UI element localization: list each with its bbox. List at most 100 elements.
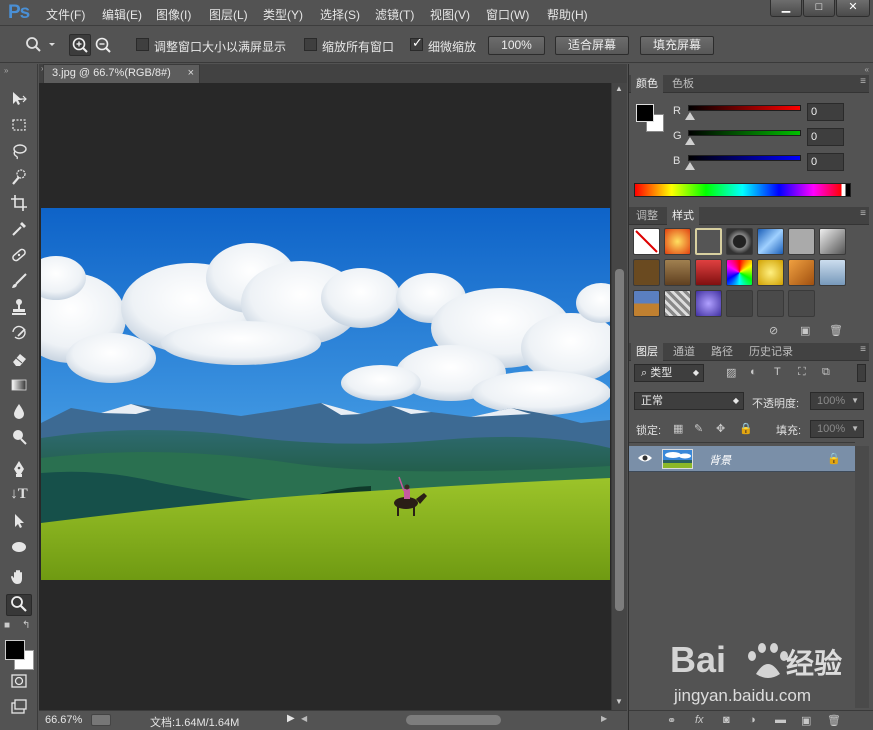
document-image[interactable] [41, 208, 610, 580]
scroll-down-icon[interactable]: ▼ [615, 697, 623, 706]
layers-panel-menu-icon[interactable]: ≡ [860, 344, 866, 355]
zoom-out-icon[interactable] [92, 34, 114, 56]
actual-pixels-button[interactable]: 100% [488, 36, 545, 55]
scroll-right-icon[interactable]: ▶ [601, 714, 607, 723]
layer-style-icon[interactable]: fx [695, 714, 704, 726]
eraser-tool-icon[interactable] [6, 350, 32, 372]
clone-stamp-tool-icon[interactable] [6, 298, 32, 320]
style-swatch[interactable] [726, 290, 753, 317]
vertical-scroll-thumb[interactable] [615, 269, 624, 611]
style-swatch[interactable] [633, 259, 660, 286]
quick-mask-icon[interactable] [6, 672, 32, 694]
tab-history[interactable]: 历史记录 [744, 343, 798, 361]
lock-position-icon[interactable]: ✥ [716, 422, 725, 435]
menu-layer[interactable]: 图层(L) [209, 6, 248, 23]
tab-adjustments[interactable]: 调整 [631, 207, 663, 225]
collapse-toolbox-icon[interactable]: » [4, 66, 8, 75]
type-tool-icon[interactable]: ↓T [6, 486, 32, 508]
opacity-field[interactable]: 100% ▼ [810, 392, 864, 410]
menu-window[interactable]: 窗口(W) [486, 6, 529, 23]
lock-image-icon[interactable]: ✎ [694, 422, 703, 435]
filter-shape-icon[interactable]: ⛶ [798, 366, 806, 379]
gradient-tool-icon[interactable] [6, 376, 32, 398]
lock-transparent-icon[interactable]: ▦ [673, 422, 683, 435]
new-style-icon[interactable]: ▣ [800, 324, 810, 337]
blend-mode-select[interactable]: 正常 ◆ [634, 392, 744, 410]
eyedropper-tool-icon[interactable] [6, 220, 32, 242]
lock-all-icon[interactable]: 🔒 [739, 422, 753, 435]
close-window-button[interactable]: ✕ [836, 0, 870, 17]
history-brush-tool-icon[interactable] [6, 324, 32, 346]
color-panel-menu-icon[interactable]: ≡ [860, 76, 866, 87]
style-swatch[interactable] [664, 259, 691, 286]
adjustment-layer-icon[interactable]: ◑ [749, 714, 756, 726]
menu-filter[interactable]: 滤镜(T) [375, 6, 414, 23]
dodge-tool-icon[interactable] [6, 428, 32, 450]
zoom-level[interactable]: 66.67% [45, 714, 82, 726]
brush-tool-icon[interactable] [6, 272, 32, 294]
green-slider-thumb[interactable] [685, 137, 695, 145]
status-menu-arrow-icon[interactable]: ▶ [287, 713, 295, 724]
menu-type[interactable]: 类型(Y) [263, 6, 303, 23]
scroll-up-icon[interactable]: ▲ [615, 84, 623, 93]
zoom-tool-preset-icon[interactable] [24, 35, 58, 58]
ellipse-tool-icon[interactable] [6, 538, 32, 560]
color-spectrum-bar[interactable] [634, 183, 851, 197]
tab-layers[interactable]: 图层 [631, 343, 663, 361]
tab-channels[interactable]: 通道 [668, 343, 700, 361]
quick-selection-tool-icon[interactable] [6, 168, 32, 190]
marquee-tool-icon[interactable] [6, 116, 32, 138]
screen-mode-icon[interactable] [6, 698, 32, 720]
close-document-icon[interactable]: × [188, 65, 194, 82]
red-value-field[interactable]: 0 [807, 103, 844, 121]
new-group-icon[interactable]: ▬ [775, 714, 786, 726]
style-swatch[interactable] [695, 228, 722, 255]
add-mask-icon[interactable]: ◙ [723, 714, 730, 726]
style-swatch[interactable] [788, 228, 815, 255]
status-preview-icon[interactable] [91, 714, 111, 726]
style-swatch[interactable] [726, 228, 753, 255]
crop-tool-icon[interactable] [6, 194, 32, 216]
default-colors-icon[interactable]: ■ [4, 620, 10, 631]
clear-style-icon[interactable]: ⊘ [769, 324, 778, 337]
menu-image[interactable]: 图像(I) [156, 6, 191, 23]
filter-toggle-switch[interactable] [857, 364, 866, 382]
menu-select[interactable]: 选择(S) [320, 6, 360, 23]
style-swatch[interactable] [664, 290, 691, 317]
move-tool-icon[interactable] [6, 90, 32, 112]
filter-smart-object-icon[interactable]: ⧉ [822, 366, 830, 379]
horizontal-scroll-thumb[interactable] [406, 715, 501, 725]
green-slider[interactable] [688, 130, 801, 136]
vertical-scrollbar[interactable]: ▲ ▼ [611, 83, 627, 710]
layer-row[interactable]: 背景 🔒 [629, 446, 855, 472]
document-tab[interactable]: 3.jpg @ 66.7%(RGB/8#) × [43, 64, 200, 83]
style-swatch[interactable] [819, 228, 846, 255]
tab-paths[interactable]: 路径 [706, 343, 738, 361]
filter-pixel-icon[interactable]: ▨ [726, 366, 736, 379]
eye-icon[interactable] [637, 452, 653, 467]
blue-slider[interactable] [688, 155, 801, 161]
zoom-tool-icon[interactable] [6, 594, 32, 616]
fill-field[interactable]: 100% ▼ [810, 420, 864, 438]
delete-layer-icon[interactable]: 🗑 [827, 714, 841, 727]
blue-value-field[interactable]: 0 [807, 153, 844, 171]
scroll-left-icon[interactable]: ◀ [301, 714, 307, 723]
menu-help[interactable]: 帮助(H) [547, 6, 588, 23]
style-swatch[interactable] [788, 290, 815, 317]
zoom-in-icon[interactable] [69, 34, 91, 56]
new-layer-icon[interactable]: ▣ [801, 714, 811, 727]
hand-tool-icon[interactable] [6, 568, 32, 590]
menu-edit[interactable]: 编辑(E) [102, 6, 142, 23]
pen-tool-icon[interactable] [6, 460, 32, 482]
lasso-tool-icon[interactable] [6, 142, 32, 164]
zoom-all-windows-checkbox[interactable] [304, 38, 317, 51]
filter-type-icon[interactable]: T [774, 366, 781, 378]
style-swatch[interactable] [788, 259, 815, 286]
style-none[interactable] [633, 228, 660, 255]
style-swatch[interactable] [757, 259, 784, 286]
healing-brush-tool-icon[interactable] [6, 246, 32, 268]
layer-name[interactable]: 背景 [709, 452, 731, 468]
style-swatch[interactable] [695, 290, 722, 317]
style-swatch[interactable] [695, 259, 722, 286]
tab-styles[interactable]: 样式 [667, 207, 699, 225]
